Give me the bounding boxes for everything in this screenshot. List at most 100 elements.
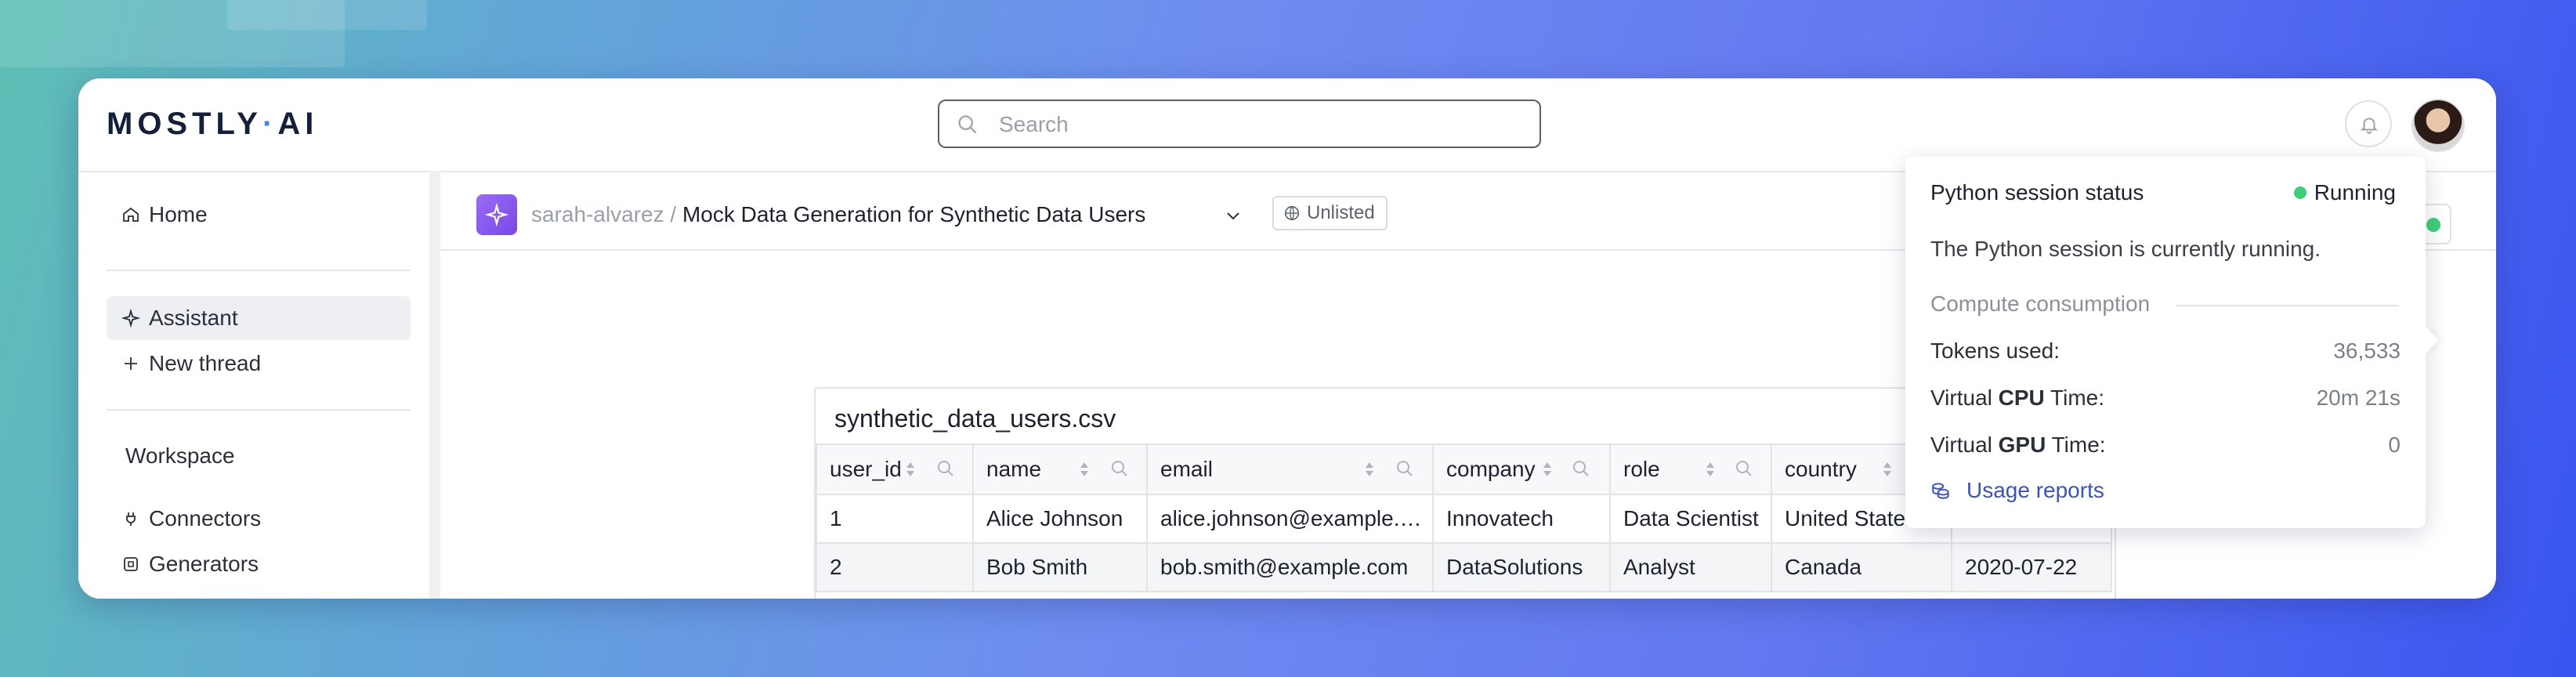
sidebar-item-label: Home — [149, 202, 208, 226]
sort-icon[interactable] — [1364, 461, 1375, 478]
breadcrumb-separator: / — [664, 202, 682, 226]
sidebar-item-label: Generators — [149, 552, 259, 576]
generator-icon — [121, 554, 141, 574]
tokens-label: Tokens used: — [1930, 338, 2060, 363]
column-header[interactable]: email — [1146, 443, 1434, 495]
gpu-label-suffix: Time: — [2046, 433, 2106, 457]
tokens-value: 36,533 — [2333, 338, 2401, 363]
status-description: The Python session is currently running. — [1930, 237, 2321, 261]
notifications-button[interactable] — [2345, 100, 2392, 147]
visibility-badge[interactable]: Unlisted — [1272, 196, 1387, 230]
column-label: country — [1785, 457, 1857, 481]
cpu-label-prefix: Virtual — [1930, 386, 1999, 410]
search-icon[interactable] — [1395, 459, 1414, 478]
coins-icon — [1932, 483, 1949, 499]
column-label: user_id — [830, 457, 902, 481]
file-name: synthetic_data_users.csv — [834, 404, 1116, 433]
sidebar-gutter — [429, 171, 440, 599]
status-label: Running — [2314, 180, 2396, 205]
sidebar: Home Assistant New thread Workspace Conn… — [88, 182, 426, 599]
logo-dot: · — [262, 107, 278, 141]
table-cell: Bob Smith — [972, 542, 1148, 592]
search-icon[interactable] — [1110, 459, 1129, 478]
status-dot — [2426, 218, 2440, 232]
table-cell: Innovatech — [1432, 494, 1611, 544]
sparkle-icon — [121, 308, 141, 328]
visibility-label: Unlisted — [1307, 202, 1375, 223]
bell-icon — [2360, 118, 2379, 134]
divider — [107, 409, 411, 411]
table-cell: alice.johnson@example.… — [1146, 494, 1434, 544]
popover-pointer — [2412, 327, 2439, 353]
chevron-down-icon[interactable] — [1224, 207, 1243, 226]
sparkle-icon — [485, 203, 508, 226]
divider — [2176, 305, 2399, 306]
avatar[interactable] — [2411, 99, 2465, 152]
gpu-label-bold: GPU — [1998, 433, 2046, 457]
breadcrumb: sarah-alvarez / Mock Data Generation for… — [531, 202, 1145, 227]
gpu-label-prefix: Virtual — [1930, 433, 1999, 457]
table-cell: Analyst — [1609, 542, 1772, 592]
search-box[interactable] — [938, 100, 1541, 148]
table-cell: bob.smith@example.com — [1146, 542, 1434, 592]
sidebar-item-new-thread[interactable]: New thread — [107, 342, 411, 386]
cpu-row: Virtual CPU Time: 20m 21s — [1930, 386, 2401, 411]
column-label: role — [1623, 457, 1660, 481]
logo-text: MOSTLY — [107, 107, 262, 141]
sidebar-item-generators[interactable]: Generators — [107, 542, 411, 586]
sidebar-item-home[interactable]: Home — [107, 193, 411, 237]
table-row[interactable]: 2 Bob Smith bob.smith@example.com DataSo… — [816, 542, 2112, 592]
plug-icon — [121, 509, 141, 529]
project-title: Mock Data Generation for Synthetic Data … — [682, 202, 1146, 226]
table-cell: 2 — [816, 542, 974, 592]
divider — [107, 270, 411, 271]
python-session-popover: Python session status Running The Python… — [1905, 157, 2439, 528]
status-badge: Running — [2293, 180, 2396, 205]
column-label: company — [1446, 457, 1536, 481]
search-icon[interactable] — [1735, 459, 1753, 478]
sort-icon[interactable] — [905, 461, 916, 478]
table-cell: Data Scientist — [1609, 494, 1772, 544]
search-icon[interactable] — [1572, 459, 1590, 478]
compute-heading: Compute consumption — [1930, 291, 2151, 316]
logo-text-ai: AI — [277, 107, 319, 141]
project-icon — [476, 194, 517, 235]
status-dot — [2293, 186, 2306, 199]
table-cell: Canada — [1771, 542, 1952, 592]
column-label: name — [986, 457, 1042, 481]
sort-icon[interactable] — [1705, 461, 1716, 478]
cpu-label-suffix: Time: — [2044, 386, 2104, 410]
popover-title: Python session status — [1930, 180, 2144, 205]
search-icon[interactable] — [936, 459, 955, 478]
cpu-label-bold: CPU — [1998, 386, 2045, 410]
sort-icon[interactable] — [1079, 461, 1090, 478]
usage-reports-link[interactable]: Usage reports — [1930, 478, 2104, 503]
sort-icon[interactable] — [1542, 461, 1553, 478]
column-header[interactable]: role — [1609, 443, 1772, 495]
globe-icon — [1284, 205, 1300, 221]
tokens-row: Tokens used: 36,533 — [1930, 338, 2401, 364]
table-cell: 1 — [816, 494, 974, 544]
cpu-value: 20m 21s — [2316, 386, 2401, 410]
gpu-value: 0 — [2388, 433, 2401, 457]
column-header[interactable]: company — [1432, 443, 1611, 495]
table-cell: Alice Johnson — [972, 494, 1148, 544]
background-shape — [227, 0, 427, 30]
search-input[interactable] — [997, 107, 1518, 142]
table-cell: 2020-07-22 — [1951, 542, 2112, 592]
sidebar-item-assistant[interactable]: Assistant — [107, 296, 411, 340]
sidebar-item-label: Assistant — [149, 306, 238, 330]
logo[interactable]: MOSTLY·AI — [107, 107, 318, 142]
column-header[interactable]: name — [972, 443, 1148, 495]
cpu-label: Virtual CPU Time: — [1930, 386, 2104, 410]
column-label: email — [1160, 457, 1213, 481]
column-header[interactable]: user_id — [816, 443, 974, 495]
app-window: MOSTLY·AI Home Assistant New thread Work… — [78, 78, 2496, 599]
breadcrumb-owner[interactable]: sarah-alvarez — [531, 202, 664, 226]
gpu-row: Virtual GPU Time: 0 — [1930, 433, 2401, 458]
sidebar-item-connectors[interactable]: Connectors — [107, 497, 411, 541]
home-icon — [121, 205, 141, 225]
search-icon — [958, 115, 977, 134]
usage-reports-label: Usage reports — [1966, 478, 2104, 502]
sort-icon[interactable] — [1882, 461, 1893, 478]
